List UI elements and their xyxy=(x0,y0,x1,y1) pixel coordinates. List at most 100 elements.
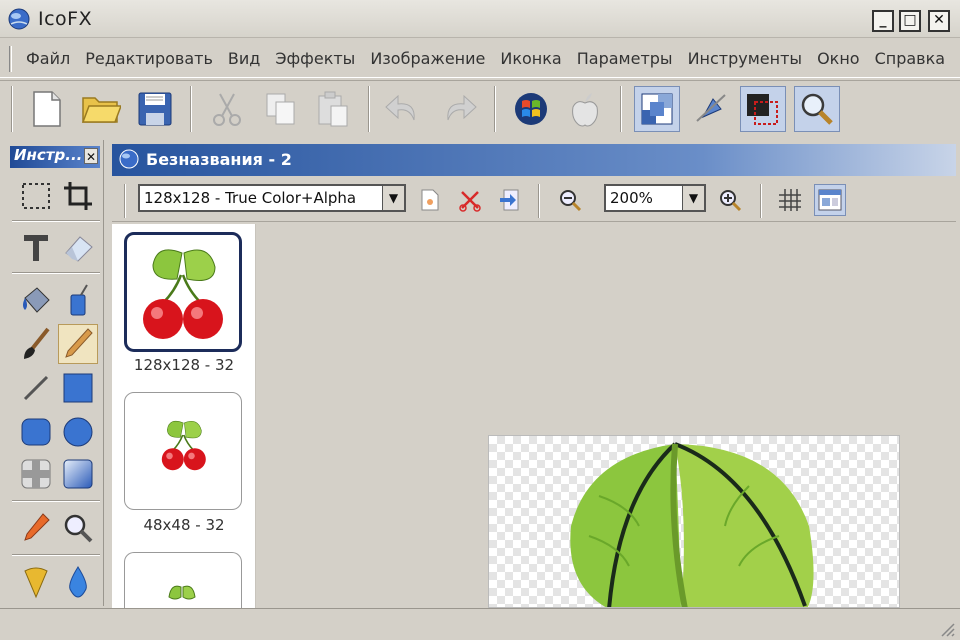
zoom-magnifier-icon xyxy=(64,514,93,543)
copy-button[interactable] xyxy=(258,86,304,132)
close-button[interactable]: ✕ xyxy=(928,10,950,32)
thumbnail-48[interactable] xyxy=(124,392,242,510)
toolbar-separator xyxy=(368,86,370,132)
pattern-tool[interactable] xyxy=(16,454,56,494)
menu-help[interactable]: Справка xyxy=(875,49,946,68)
cursor-test-button[interactable] xyxy=(688,86,734,132)
paintbrush-icon xyxy=(24,327,50,359)
maximize-button[interactable]: □ xyxy=(899,10,921,32)
new-image-button[interactable] xyxy=(414,184,446,216)
spray-cup-icon xyxy=(70,284,88,316)
apple-logo-icon xyxy=(572,93,598,127)
resize-grip-icon[interactable] xyxy=(938,620,956,638)
paint-bucket-icon xyxy=(23,287,50,313)
text-tool[interactable] xyxy=(16,228,56,268)
menu-file[interactable]: Файл xyxy=(26,49,70,68)
cut-button[interactable] xyxy=(204,86,250,132)
eyedropper-icon xyxy=(24,513,50,541)
redo-arrow-icon xyxy=(447,94,477,121)
windows-icon-button[interactable] xyxy=(508,86,554,132)
chevron-down-icon[interactable]: ▼ xyxy=(682,186,704,210)
tools-panel-close-button[interactable]: ✕ xyxy=(84,148,98,164)
scissors-icon xyxy=(213,93,241,126)
export-image-button[interactable] xyxy=(494,184,526,216)
magnifier-icon xyxy=(801,93,833,125)
pencil-tool[interactable] xyxy=(58,324,98,364)
thumbnail-label: 128x128 - 32 xyxy=(133,356,235,374)
cherry-icon xyxy=(143,249,223,339)
water-drop-icon xyxy=(69,566,87,598)
toolbar-separator xyxy=(620,86,622,132)
hotspot-icon xyxy=(747,94,778,125)
redo-button[interactable] xyxy=(436,86,482,132)
thumbnail-128[interactable] xyxy=(124,232,242,352)
menu-effects[interactable]: Эффекты xyxy=(275,49,355,68)
crop-icon xyxy=(64,182,92,210)
color-replace-tool[interactable] xyxy=(58,280,98,320)
eraser-icon xyxy=(65,236,93,262)
menu-icon[interactable]: Иконка xyxy=(500,49,561,68)
new-file-button[interactable] xyxy=(24,86,70,132)
title-bar xyxy=(0,0,960,38)
zoom-in-button[interactable] xyxy=(714,184,746,216)
selection-tool[interactable] xyxy=(16,176,56,216)
chevron-down-icon[interactable]: ▼ xyxy=(382,186,404,210)
save-button[interactable] xyxy=(132,86,178,132)
zoom-tool[interactable] xyxy=(58,508,98,548)
menu-edit[interactable]: Редактировать xyxy=(85,49,213,68)
gradient-tool[interactable] xyxy=(58,454,98,494)
menu-view[interactable]: Вид xyxy=(228,49,260,68)
ellipse-tool[interactable] xyxy=(58,412,98,452)
cherry-icon xyxy=(161,420,206,471)
zoom-select[interactable]: 200% ▼ xyxy=(604,184,706,212)
copy-icon xyxy=(266,93,295,125)
paste-button[interactable] xyxy=(310,86,356,132)
doc-toolbar-separator xyxy=(760,184,762,218)
paste-clipboard-icon xyxy=(318,91,348,127)
thumbnail-small[interactable] xyxy=(124,552,242,612)
zoom-out-button[interactable] xyxy=(554,184,586,216)
rounded-rect-tool[interactable] xyxy=(16,412,56,452)
export-arrow-icon xyxy=(500,189,519,211)
rectangle-tool[interactable] xyxy=(58,368,98,408)
toolbar-grip xyxy=(11,86,13,132)
delete-image-button[interactable] xyxy=(454,184,486,216)
fill-tool[interactable] xyxy=(16,280,56,320)
smudge-tool[interactable] xyxy=(16,562,56,602)
preview-checker-icon xyxy=(641,93,673,125)
line-tool[interactable] xyxy=(16,368,56,408)
edit-canvas[interactable] xyxy=(488,435,900,608)
minimize-button[interactable]: _ xyxy=(872,10,894,32)
brush-tool[interactable] xyxy=(16,324,56,364)
open-button[interactable] xyxy=(78,86,124,132)
tools-separator xyxy=(12,500,100,502)
ellipse-icon xyxy=(63,417,93,447)
menu-window[interactable]: Окно xyxy=(817,49,860,68)
image-format-value: 128x128 - True Color+Alpha xyxy=(144,189,357,207)
image-format-select[interactable]: 128x128 - True Color+Alpha ▼ xyxy=(138,184,406,212)
eraser-tool[interactable] xyxy=(58,228,98,268)
zoom-out-icon xyxy=(560,190,582,212)
undo-button[interactable] xyxy=(380,86,426,132)
window-preview-icon xyxy=(818,189,842,211)
preview-button[interactable] xyxy=(634,86,680,132)
blur-tool[interactable] xyxy=(58,562,98,602)
menu-options[interactable]: Параметры xyxy=(577,49,673,68)
menu-image[interactable]: Изображение xyxy=(370,49,485,68)
toolbar-separator xyxy=(494,86,496,132)
delete-scissors-icon xyxy=(459,191,481,212)
new-image-icon xyxy=(421,189,439,211)
hotspot-button[interactable] xyxy=(740,86,786,132)
color-picker-tool[interactable] xyxy=(16,508,56,548)
cherry-icon xyxy=(168,585,196,600)
marquee-selection-icon xyxy=(22,183,50,209)
crop-tool[interactable] xyxy=(58,176,98,216)
zoom-tool-button[interactable] xyxy=(794,86,840,132)
apple-icon-button[interactable] xyxy=(562,86,608,132)
menu-bar: Файл Редактировать Вид Эффекты Изображен… xyxy=(0,40,960,78)
menu-tools[interactable]: Инструменты xyxy=(688,49,803,68)
grid-toggle-button[interactable] xyxy=(774,184,806,216)
background-preview-button[interactable] xyxy=(814,184,846,216)
zoom-value: 200% xyxy=(610,189,653,207)
app-globe-icon xyxy=(8,8,30,30)
